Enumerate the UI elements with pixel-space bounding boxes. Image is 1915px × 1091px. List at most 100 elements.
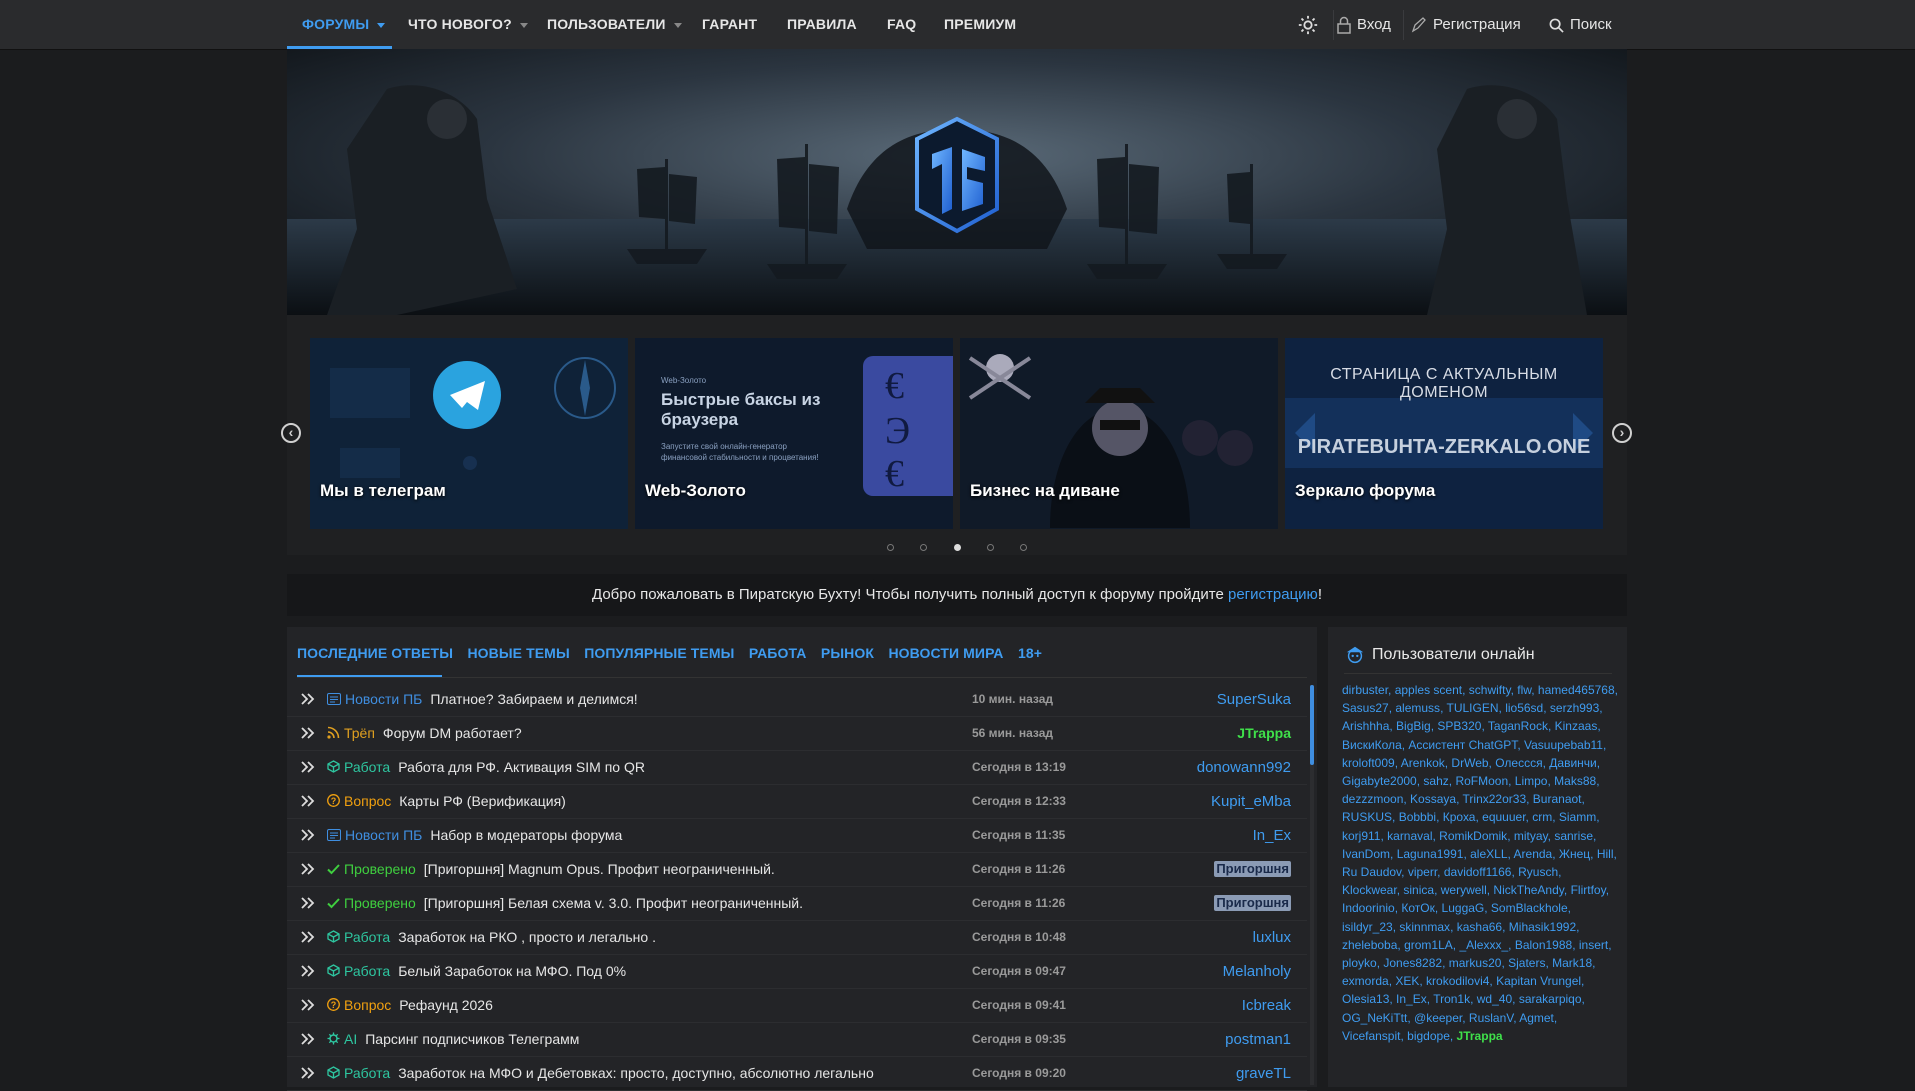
online-user-link[interactable]: Arenkok <box>1401 756 1445 770</box>
online-user-link[interactable]: aleXLL <box>1470 847 1507 861</box>
online-user-link[interactable]: Arenda <box>1514 847 1553 861</box>
thread-row[interactable]: Трёп Форум DM работает? 56 мин. назад JTr… <box>287 717 1307 751</box>
slider-dot[interactable] <box>1020 544 1028 551</box>
online-user-link[interactable]: ployko <box>1342 956 1377 970</box>
slider-prev-button[interactable]: ‹ <box>281 423 301 443</box>
online-user-link[interactable]: Buranaot <box>1533 792 1582 806</box>
thread-last-user[interactable]: Kupit_eMba <box>1211 785 1291 818</box>
online-user-link[interactable]: SPB320 <box>1437 719 1481 733</box>
thread-last-user[interactable]: Melanholy <box>1223 955 1291 988</box>
thread-last-user[interactable]: In_Ex <box>1253 819 1291 852</box>
online-user-link[interactable]: sanrise <box>1554 829 1593 843</box>
online-user-link[interactable]: krokodilovi4 <box>1426 974 1489 988</box>
online-user-link[interactable]: Ryusch <box>1518 865 1558 879</box>
online-user-link[interactable]: Olesia13 <box>1342 992 1389 1006</box>
online-user-link[interactable]: grom1LA <box>1404 938 1453 952</box>
slider-next-button[interactable]: › <box>1612 423 1632 443</box>
thread-last-user[interactable]: luxlux <box>1253 921 1291 954</box>
online-user-link[interactable]: Кроха <box>1443 810 1476 824</box>
online-user-link[interactable]: Kapitan Vrungel <box>1496 974 1581 988</box>
online-user-link[interactable]: Arishhha <box>1342 719 1389 733</box>
online-user-link[interactable]: ВискиКола <box>1342 738 1402 752</box>
online-user-link[interactable]: Олессся <box>1495 756 1542 770</box>
online-user-link[interactable]: DrWeb <box>1451 756 1488 770</box>
thread-last-user[interactable]: graveTL <box>1236 1057 1291 1090</box>
thread-prefix[interactable]: Вопрос <box>344 997 391 1013</box>
scrollbar-thumb[interactable] <box>1310 685 1314 765</box>
online-user-link[interactable]: XEK <box>1395 974 1419 988</box>
online-user-link[interactable]: kasha66 <box>1457 920 1502 934</box>
online-user-link[interactable]: BigBig <box>1396 719 1431 733</box>
online-user-link[interactable]: Agmet <box>1519 1011 1554 1025</box>
online-user-link[interactable]: crm <box>1532 810 1552 824</box>
online-user-link[interactable]: equuuer <box>1482 810 1525 824</box>
thread-title[interactable]: [Пригоршня] Белая схема v. 3.0. Профит н… <box>424 895 803 911</box>
thread-last-user[interactable]: postman1 <box>1225 1023 1291 1056</box>
thread-row[interactable]: ? Вопрос Рефаунд 2026 Сегодня в 09:41 Icbr… <box>287 989 1307 1023</box>
thread-row[interactable]: Новости ПБ Набор в модераторы форума Сего… <box>287 819 1307 853</box>
nav-garant[interactable]: ГАРАНТ <box>702 0 757 49</box>
online-user-link[interactable]: schwifty <box>1469 683 1511 697</box>
online-user-link[interactable]: In_Ex <box>1396 992 1427 1006</box>
online-user-link[interactable]: TULIGEN <box>1447 701 1499 715</box>
thread-last-user[interactable]: Icbreak <box>1242 989 1291 1022</box>
online-user-link[interactable]: Hill <box>1597 847 1614 861</box>
online-user-link[interactable]: alemuss <box>1395 701 1440 715</box>
thread-prefix[interactable]: Работа <box>344 759 390 775</box>
thread-last-user[interactable]: donowann992 <box>1197 751 1291 784</box>
online-user-link[interactable]: Жнец <box>1559 847 1590 861</box>
online-user-link[interactable]: bigdope <box>1407 1029 1450 1043</box>
online-user-link[interactable]: mityay <box>1514 829 1548 843</box>
nav-rules[interactable]: ПРАВИЛА <box>787 0 857 49</box>
thread-row[interactable]: Проверено [Пригоршня] Белая схема v. 3.0.… <box>287 887 1307 921</box>
thread-last-user[interactable]: Пригоршня <box>1214 861 1291 877</box>
online-user-link[interactable]: Balon1988 <box>1515 938 1572 952</box>
thread-row[interactable]: Работа Работа для РФ. Активация SIM по QR… <box>287 751 1307 785</box>
thread-title[interactable]: Парсинг подписчиков Телеграмм <box>365 1031 579 1047</box>
thread-prefix[interactable]: Проверено <box>344 861 416 877</box>
online-user-link[interactable]: hamed465768 <box>1538 683 1615 697</box>
slide-business[interactable]: Бизнес на диване <box>960 338 1278 529</box>
online-user-link[interactable]: sarakarpiqo <box>1519 992 1582 1006</box>
online-user-link[interactable]: flw <box>1517 683 1531 697</box>
online-user-link[interactable]: Laguna1991 <box>1397 847 1464 861</box>
online-user-link[interactable]: JTrappa <box>1457 1029 1503 1043</box>
online-user-link[interactable]: korj911 <box>1342 829 1380 843</box>
online-user-link[interactable]: RuslanV <box>1469 1011 1513 1025</box>
online-user-link[interactable]: Ru Daudov <box>1342 865 1401 879</box>
register-link[interactable]: регистрацию <box>1228 586 1318 603</box>
online-user-link[interactable]: Siamm <box>1559 810 1596 824</box>
online-user-link[interactable]: RUSKUS <box>1342 810 1392 824</box>
slider-dot-active[interactable] <box>953 544 961 551</box>
slider-dot[interactable] <box>920 544 928 551</box>
thread-row[interactable]: Новости ПБ Платное? Забираем и делимся! 1… <box>287 683 1307 717</box>
online-user-link[interactable]: markus20 <box>1449 956 1502 970</box>
nav-whats-new[interactable]: ЧТО НОВОГО? <box>408 0 528 49</box>
online-user-link[interactable]: КотОк <box>1401 901 1434 915</box>
tab-market[interactable]: РЫНОК <box>821 645 874 661</box>
settings-button[interactable] <box>1297 0 1325 49</box>
online-user-link[interactable]: dirbuster <box>1342 683 1388 697</box>
online-user-link[interactable]: Flirtfoy <box>1571 883 1606 897</box>
thread-prefix[interactable]: Работа <box>344 1065 390 1081</box>
slide-web-gold[interactable]: € Э € Web-Золото Быстрые баксы из браузе… <box>635 338 953 529</box>
online-user-link[interactable]: Jones8282 <box>1383 956 1442 970</box>
online-user-link[interactable]: Mark18 <box>1552 956 1592 970</box>
thread-row[interactable]: Работа Белый Заработок на МФО. Под 0% Сег… <box>287 955 1307 989</box>
online-user-link[interactable]: Bobbbi <box>1399 810 1436 824</box>
online-user-link[interactable]: OG_NeKiTtt <box>1342 1011 1407 1025</box>
online-user-link[interactable]: SomBlackhole <box>1491 901 1568 915</box>
thread-title[interactable]: Рефаунд 2026 <box>399 997 493 1013</box>
online-user-link[interactable]: Sasus27 <box>1342 701 1389 715</box>
online-user-link[interactable]: Давинчи <box>1549 756 1596 770</box>
online-user-link[interactable]: Gigabyte2000 <box>1342 774 1417 788</box>
tab-world-news[interactable]: НОВОСТИ МИРА <box>888 645 1003 661</box>
thread-row[interactable]: Проверено [Пригоршня] Magnum Opus. Профит… <box>287 853 1307 887</box>
online-user-link[interactable]: skinnmax <box>1399 920 1450 934</box>
tab-popular[interactable]: ПОПУЛЯРНЫЕ ТЕМЫ <box>584 645 734 661</box>
online-user-link[interactable]: Ассистент ChatGPT <box>1408 738 1517 752</box>
online-user-link[interactable]: kroloft009 <box>1342 756 1395 770</box>
slide-mirror[interactable]: СТРАНИЦА С АКТУАЛЬНЫМ ДОМЕНОМ PIRATEBUHT… <box>1285 338 1603 529</box>
online-user-link[interactable]: Indoorinio <box>1342 901 1395 915</box>
online-user-link[interactable]: LuggaG <box>1442 901 1485 915</box>
